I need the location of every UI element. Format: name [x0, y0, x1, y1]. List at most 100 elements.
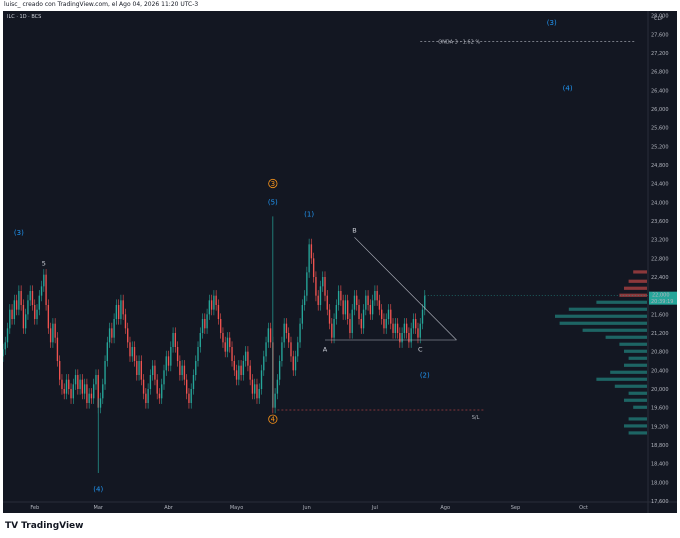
y-tick-label: 20,800: [651, 350, 669, 356]
y-tick-label: 26,400: [651, 88, 669, 94]
candle-body: [147, 389, 149, 403]
candle-body: [129, 342, 131, 357]
wave-label: (2): [420, 371, 430, 379]
y-tick-label: 27,600: [651, 32, 669, 38]
candle-body: [190, 389, 192, 403]
candle-body: [199, 333, 201, 347]
stop-loss-label: S/L: [472, 415, 480, 421]
wave-label: (1): [304, 210, 314, 218]
y-tick-label: 18,400: [651, 462, 669, 468]
y-tick-label: 25,600: [651, 126, 669, 132]
candle-body: [317, 295, 319, 305]
wave-label: (3): [547, 19, 557, 27]
y-tick-label: 22,400: [651, 275, 669, 281]
candle-body: [312, 258, 315, 277]
y-tick-label: 20,000: [651, 387, 669, 393]
candle-body: [36, 309, 38, 319]
candle-body: [56, 337, 59, 361]
volume-profile-bar: [633, 405, 647, 409]
candle-body: [68, 379, 70, 389]
candle-body: [333, 319, 335, 338]
candle-body: [306, 272, 308, 296]
candle-body: [215, 295, 217, 305]
candle-body: [331, 323, 333, 338]
candle-body: [52, 323, 54, 343]
candle-body: [20, 291, 22, 305]
wave-letter: C: [418, 346, 423, 354]
volume-profile-bar: [582, 328, 647, 332]
candle-body: [374, 291, 376, 301]
candle-body: [290, 342, 292, 357]
volume-profile-bar: [555, 314, 647, 318]
candle-body: [405, 323, 408, 333]
candle-body: [396, 323, 399, 333]
candle-body: [140, 361, 143, 380]
candle-body: [322, 277, 324, 287]
y-tick-label: 24,000: [651, 200, 669, 206]
candle-body: [22, 305, 25, 329]
candle-body: [383, 319, 385, 329]
volume-profile-bar: [628, 417, 647, 421]
candle-body: [315, 277, 317, 296]
x-tick-label: Jun: [302, 505, 311, 511]
candle-body: [138, 361, 140, 375]
candle-body: [136, 361, 138, 375]
candle-body: [142, 379, 145, 394]
candle-body: [233, 361, 235, 371]
x-tick-label: Jul: [371, 505, 378, 511]
candle-body: [208, 300, 211, 315]
y-tick-label: 22,800: [651, 256, 669, 262]
candle-body: [244, 351, 247, 361]
y-tick-label: 25,200: [651, 144, 669, 150]
y-tick-label: 24,800: [651, 163, 669, 169]
candle-body: [371, 300, 374, 315]
volume-profile-bar: [633, 270, 647, 274]
x-tick-label: Sep: [511, 505, 520, 511]
tradingview-logo[interactable]: TV TradingView: [5, 521, 83, 531]
candle-body: [299, 323, 301, 343]
candle-body: [197, 347, 199, 361]
candle-body: [120, 300, 122, 319]
candle-body: [369, 305, 372, 315]
candle-body: [229, 337, 231, 347]
candle-body: [281, 342, 283, 361]
candle-body: [399, 333, 401, 343]
candle-body: [224, 342, 226, 352]
candle-body: [308, 244, 310, 273]
wave-label-circled: 3: [271, 180, 275, 188]
candle-body: [269, 328, 272, 343]
chart-area[interactable]: ILC · 1D · BCS CLP 17,600 18,000 18,400 18,8…: [3, 11, 677, 513]
candle-body: [165, 356, 167, 371]
wave-label: (3): [14, 229, 24, 237]
candle-body: [367, 295, 369, 305]
candle-body: [213, 295, 215, 310]
x-tick-label: Mar: [94, 505, 104, 511]
wave-label: (5): [268, 199, 278, 207]
candle-body: [251, 379, 254, 394]
candle-body: [179, 361, 181, 375]
candle-body: [419, 323, 421, 338]
volume-profile-bar: [628, 391, 647, 395]
candle-body: [351, 309, 353, 333]
candle-body: [201, 319, 204, 333]
y-tick-label: 26,800: [651, 70, 669, 76]
candle-body: [376, 291, 378, 301]
y-tick-label: 19,600: [651, 406, 669, 412]
candlestick-chart[interactable]: CLP17,60018,00018,40018,80019,20019,6002…: [3, 11, 677, 513]
candle-body: [238, 365, 240, 380]
candle-body: [156, 379, 158, 394]
candle-body: [95, 375, 97, 385]
candle-body: [260, 370, 263, 389]
volume-profile-bar: [559, 321, 647, 325]
candle-body: [81, 379, 84, 394]
candle-body: [206, 314, 208, 329]
x-tick-label: Ago: [440, 505, 450, 511]
x-tick-label: Mayo: [230, 505, 243, 511]
candle-body: [362, 309, 365, 329]
candle-body: [226, 337, 229, 352]
y-tick-label: 24,400: [651, 182, 669, 188]
candle-body: [267, 328, 269, 343]
candle-body: [392, 323, 394, 333]
candle-body: [3, 349, 4, 357]
candle-body: [13, 300, 16, 319]
